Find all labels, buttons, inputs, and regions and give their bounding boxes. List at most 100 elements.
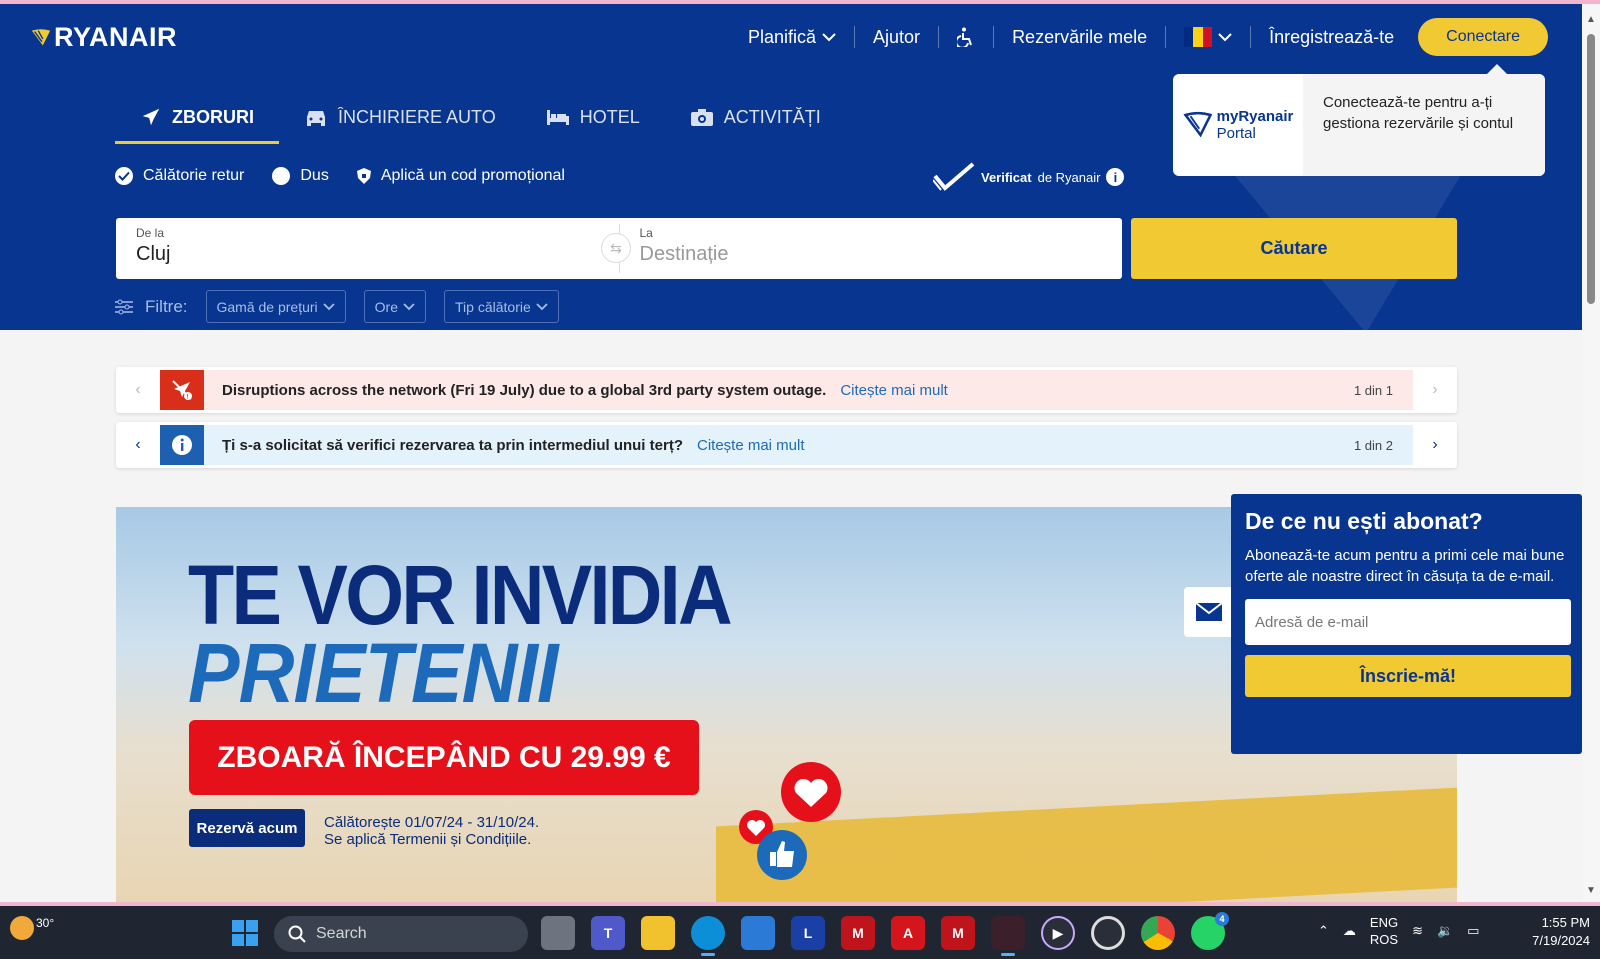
logo-text: RYANAIR bbox=[54, 22, 178, 52]
checkmark-swoosh-icon bbox=[933, 162, 975, 191]
weather-sun-icon bbox=[10, 916, 34, 940]
windows-start-icon[interactable] bbox=[232, 920, 258, 946]
volume-icon[interactable]: 🔉 bbox=[1437, 923, 1453, 939]
filters-label-group: Filtre: bbox=[115, 297, 188, 317]
chevron-down-icon bbox=[536, 302, 548, 310]
chevron-down-icon bbox=[822, 33, 836, 42]
nav-signup[interactable]: Înregistrează-te bbox=[1251, 26, 1412, 48]
filters-label: Filtre: bbox=[145, 296, 188, 316]
scroll-down-icon[interactable]: ▼ bbox=[1586, 885, 1596, 896]
weather-widget[interactable]: 30° bbox=[10, 916, 54, 940]
popover-text: Conectează-te pentru a-ți gestiona rezer… bbox=[1303, 74, 1545, 176]
filter-times-label: Ore bbox=[374, 298, 399, 315]
taskbar-clock[interactable]: 1:55 PM 7/19/2024 bbox=[1532, 914, 1590, 950]
language-selector[interactable] bbox=[1166, 26, 1252, 48]
clock-date: 7/19/2024 bbox=[1532, 933, 1590, 948]
ryanair-app-icon[interactable] bbox=[991, 916, 1025, 956]
newsletter-subscribe-button[interactable]: Înscrie-mă! bbox=[1245, 655, 1571, 697]
filter-times[interactable]: Ore bbox=[363, 290, 427, 323]
weather-temp: 30° bbox=[36, 916, 55, 930]
windows-taskbar: 30° Search T L M A M ▶ 4 ⌃ ☁ ENG ROS ≋ 🔉… bbox=[0, 906, 1600, 959]
chevron-right-icon[interactable]: › bbox=[1413, 436, 1457, 454]
page-scrollbar[interactable]: ▲ ▼ bbox=[1582, 4, 1600, 902]
hero-terms: Călătorește 01/07/24 - 31/10/24. Se apli… bbox=[324, 814, 539, 848]
search-icon bbox=[288, 925, 306, 943]
book-now-button[interactable]: Rezervă acum bbox=[189, 809, 305, 847]
alert-banner-disruptions: ‹ ! Disruptions across the network (Fri … bbox=[116, 367, 1457, 413]
cloud-icon[interactable]: ☁ bbox=[1343, 923, 1356, 939]
hero-terms-line1: Călătorește 01/07/24 - 31/10/24. bbox=[324, 814, 540, 831]
to-field[interactable]: La Destinație bbox=[620, 218, 1123, 279]
to-label: La bbox=[639, 226, 653, 240]
nav-plan[interactable]: Planifică bbox=[730, 26, 856, 48]
search-button[interactable]: Căutare bbox=[1131, 218, 1457, 279]
info-circle-icon bbox=[160, 425, 204, 465]
tab-car-hire[interactable]: ÎNCHIRIERE AUTO bbox=[279, 98, 521, 144]
chevron-right-icon[interactable]: › bbox=[1413, 381, 1457, 399]
portal-brand-line1: myRyanair bbox=[1216, 108, 1294, 125]
tab-activities[interactable]: ACTIVITĂȚI bbox=[665, 98, 846, 144]
tab-flights[interactable]: ZBORURI bbox=[115, 98, 279, 144]
battery-icon[interactable]: ▭ bbox=[1467, 923, 1479, 939]
radio-empty-icon bbox=[272, 167, 291, 185]
file-explorer-icon[interactable] bbox=[641, 916, 675, 950]
edge-browser-icon[interactable] bbox=[691, 916, 725, 956]
sliders-icon bbox=[115, 299, 133, 314]
taskbar-search[interactable]: Search bbox=[274, 916, 528, 952]
option-one-way[interactable]: Dus bbox=[272, 167, 329, 185]
chevron-up-icon[interactable]: ⌃ bbox=[1318, 923, 1329, 939]
whatsapp-badge: 4 bbox=[1215, 912, 1229, 926]
microsoft-store-icon[interactable] bbox=[741, 916, 775, 950]
verified-by-ryanair[interactable]: Verificat de Ryanair i bbox=[933, 162, 1125, 192]
myryanair-portal-logo: myRyanair Portal bbox=[1173, 74, 1303, 176]
alert-read-more-link[interactable]: Citește mai mult bbox=[840, 382, 948, 399]
hero-promo-box: ZBOARĂ ÎNCEPÂND CU 29.99 € bbox=[189, 720, 699, 795]
ryanair-logo[interactable]: RYANAIR bbox=[30, 22, 177, 53]
whatsapp-icon[interactable]: 4 bbox=[1191, 912, 1229, 950]
input-language[interactable]: ENG ROS bbox=[1370, 914, 1398, 948]
option-return[interactable]: Călătorie retur bbox=[115, 167, 244, 185]
l-app-icon[interactable]: L bbox=[791, 916, 825, 950]
teams-icon[interactable]: T bbox=[591, 916, 625, 950]
option-one-way-label: Dus bbox=[300, 167, 329, 184]
info-read-more-link[interactable]: Citește mai mult bbox=[697, 437, 805, 454]
login-button[interactable]: Conectare bbox=[1418, 18, 1548, 56]
alert-message: Disruptions across the network (Fri 19 J… bbox=[222, 381, 827, 399]
mcafee-icon[interactable]: M bbox=[841, 916, 875, 950]
filter-price-range[interactable]: Gamă de prețuri bbox=[205, 290, 346, 323]
info-icon[interactable]: i bbox=[1106, 168, 1125, 186]
nav-my-bookings[interactable]: Rezervările mele bbox=[994, 26, 1167, 48]
from-label: De la bbox=[136, 226, 165, 240]
newsletter-mail-tab[interactable] bbox=[1184, 587, 1234, 637]
verified-bold: Verificat bbox=[981, 169, 1032, 185]
recorder-icon[interactable] bbox=[1091, 916, 1125, 950]
newsletter-text: Abonează-te acum pentru a primi cele mai… bbox=[1245, 547, 1565, 585]
nav-help[interactable]: Ajutor bbox=[855, 26, 940, 48]
nav-accessibility[interactable] bbox=[939, 26, 995, 48]
scrollbar-thumb[interactable] bbox=[1587, 34, 1595, 304]
from-field[interactable]: De la Cluj bbox=[116, 218, 619, 279]
task-view-icon[interactable] bbox=[541, 916, 575, 950]
mcafee-2-icon[interactable]: M bbox=[941, 916, 975, 950]
tab-activities-label: ACTIVITĂȚI bbox=[723, 106, 821, 127]
chrome-icon[interactable] bbox=[1141, 916, 1175, 950]
media-player-icon[interactable]: ▶ bbox=[1041, 916, 1075, 950]
newsletter-email-input[interactable] bbox=[1245, 599, 1571, 645]
verified-rest: de Ryanair bbox=[1037, 169, 1101, 185]
tab-hotel[interactable]: HOTEL bbox=[521, 98, 665, 144]
chevron-left-icon[interactable]: ‹ bbox=[116, 381, 160, 399]
top-nav: Planifică Ajutor Rezervările mele Înregi… bbox=[730, 18, 1548, 56]
wifi-icon[interactable]: ≋ bbox=[1412, 923, 1423, 939]
car-icon bbox=[307, 111, 325, 126]
filter-trip-type[interactable]: Tip călătorie bbox=[444, 290, 559, 323]
filter-price-range-label: Gamă de prețuri bbox=[216, 298, 318, 315]
tab-hotel-label: HOTEL bbox=[579, 106, 640, 127]
scroll-up-icon[interactable]: ▲ bbox=[1586, 14, 1596, 25]
plane-icon bbox=[142, 108, 160, 126]
option-promo-code[interactable]: Aplică un cod promoțional bbox=[356, 167, 565, 185]
chevron-left-icon[interactable]: ‹ bbox=[116, 436, 160, 454]
heart-bubble-icon bbox=[781, 762, 841, 822]
newsletter-panel: De ce nu ești abonat? Abonează-te acum p… bbox=[1231, 494, 1582, 754]
acrobat-icon[interactable]: A bbox=[891, 916, 925, 950]
hero-terms-line2: Se aplică Termenii și Condițiile. bbox=[324, 831, 532, 848]
